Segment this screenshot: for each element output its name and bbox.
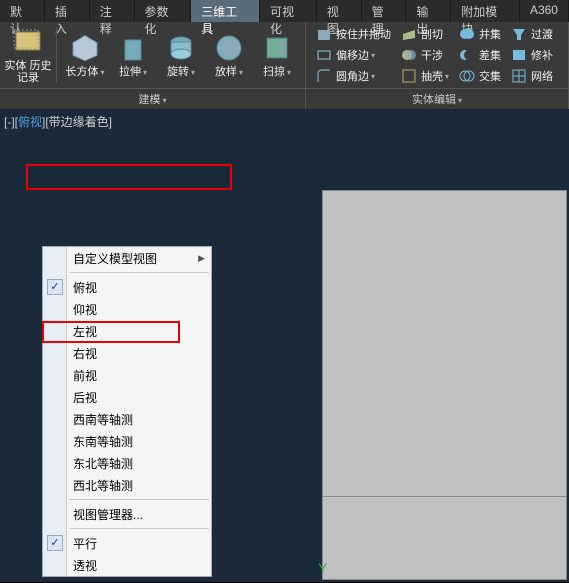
- ribbon-panel-solid-edit: 按住并拖动 偏移边 圆角边 剖切 干涉 抽壳 并集 差集 交集 过渡 修补 网络…: [306, 22, 569, 109]
- menu-view-manager[interactable]: 视图管理器...: [43, 503, 211, 525]
- patch-icon: [511, 47, 527, 63]
- tab-parametric[interactable]: 参数化: [135, 0, 192, 22]
- offset-edge-icon: [316, 47, 332, 63]
- viewport-viewname: 俯视: [18, 115, 42, 129]
- menu-view-sw-iso[interactable]: 西南等轴测: [43, 408, 211, 430]
- menu-perspective[interactable]: 透视: [43, 554, 211, 576]
- menu-view-bottom[interactable]: 仰视: [43, 298, 211, 320]
- solid-history-icon: [12, 26, 44, 58]
- union-icon: [459, 26, 475, 42]
- viewport[interactable]: [-][俯视][带边缘着色] Y 自定义模型视图 ✓俯视 仰视 左视 右视 前视…: [0, 110, 569, 582]
- ribbon-tabbar: 默认 插入 注释 参数化 三维工具 可视化 视图 管理 输出 附加模块 A360: [0, 0, 569, 22]
- menu-view-top[interactable]: ✓俯视: [43, 276, 211, 298]
- intersect-button[interactable]: 交集: [455, 66, 505, 86]
- viewport-label[interactable]: [-][俯视][带边缘着色]: [4, 113, 112, 130]
- box-icon: [69, 32, 101, 64]
- tab-annotate[interactable]: 注释: [90, 0, 135, 22]
- ribbon-panel-modeling: 实体 历史记录 长方体 拉伸 旋转 放样 扫掠 建模: [0, 22, 306, 109]
- menu-view-nw-iso[interactable]: 西北等轴测: [43, 474, 211, 496]
- subtract-button[interactable]: 差集: [455, 45, 505, 65]
- mesh-icon: [511, 68, 527, 84]
- revolve-icon: [165, 32, 197, 64]
- tab-addon[interactable]: 附加模块: [451, 0, 520, 22]
- mesh-button[interactable]: 网络: [507, 66, 557, 86]
- solid-history-label: 实体 历史记录: [4, 60, 52, 84]
- filter-button[interactable]: 过渡: [507, 24, 557, 44]
- extrude-label: 拉伸: [119, 66, 147, 79]
- slice-icon: [401, 26, 417, 42]
- loft-label: 放样: [215, 66, 243, 79]
- panel-solidedit-title[interactable]: 实体编辑: [306, 88, 568, 109]
- tab-output[interactable]: 输出: [406, 0, 451, 22]
- menu-view-front[interactable]: 前视: [43, 364, 211, 386]
- presspull-icon: [316, 26, 332, 42]
- ribbon: 实体 历史记录 长方体 拉伸 旋转 放样 扫掠 建模 按住并拖动 偏移边 圆角边…: [0, 22, 569, 110]
- solid-history-button[interactable]: 实体 历史记录: [4, 24, 52, 86]
- shell-icon: [401, 68, 417, 84]
- patch-button[interactable]: 修补: [507, 45, 557, 65]
- presspull-button[interactable]: 按住并拖动: [312, 24, 395, 44]
- box-label: 长方体: [65, 66, 104, 79]
- box-button[interactable]: 长方体: [61, 24, 109, 86]
- fillet-edge-icon: [316, 68, 332, 84]
- tab-default[interactable]: 默认: [0, 0, 45, 22]
- union-button[interactable]: 并集: [455, 24, 505, 44]
- tab-manage[interactable]: 管理: [362, 0, 407, 22]
- extrude-button[interactable]: 拉伸: [109, 24, 157, 86]
- menu-view-ne-iso[interactable]: 东北等轴测: [43, 452, 211, 474]
- slice-button[interactable]: 剖切: [397, 24, 453, 44]
- shell-button[interactable]: 抽壳: [397, 66, 453, 86]
- tab-visualize[interactable]: 可视化: [260, 0, 317, 22]
- tab-a360[interactable]: A360: [520, 0, 569, 22]
- menu-view-right[interactable]: 右视: [43, 342, 211, 364]
- revolve-button[interactable]: 旋转: [157, 24, 205, 86]
- panel-modeling-title[interactable]: 建模: [0, 88, 305, 109]
- model-face: [322, 190, 567, 580]
- check-icon: ✓: [47, 535, 63, 551]
- menu-custom-view[interactable]: 自定义模型视图: [43, 247, 211, 269]
- sweep-icon: [261, 32, 293, 64]
- tab-insert[interactable]: 插入: [45, 0, 90, 22]
- sweep-button[interactable]: 扫掠: [253, 24, 301, 86]
- loft-button[interactable]: 放样: [205, 24, 253, 86]
- menu-view-left[interactable]: 左视: [43, 320, 211, 342]
- sweep-label: 扫掠: [263, 66, 291, 79]
- check-icon: ✓: [47, 279, 63, 295]
- tab-view[interactable]: 视图: [317, 0, 362, 22]
- offset-edge-button[interactable]: 偏移边: [312, 45, 395, 65]
- menu-view-se-iso[interactable]: 东南等轴测: [43, 430, 211, 452]
- tab-3d-tools[interactable]: 三维工具: [191, 0, 260, 22]
- fillet-edge-button[interactable]: 圆角边: [312, 66, 395, 86]
- menu-view-back[interactable]: 后视: [43, 386, 211, 408]
- view-context-menu: 自定义模型视图 ✓俯视 仰视 左视 右视 前视 后视 西南等轴测 东南等轴测 东…: [42, 246, 212, 577]
- subtract-icon: [459, 47, 475, 63]
- interfere-button[interactable]: 干涉: [397, 45, 453, 65]
- revolve-label: 旋转: [167, 66, 195, 79]
- loft-icon: [213, 32, 245, 64]
- interfere-icon: [401, 47, 417, 63]
- intersect-icon: [459, 68, 475, 84]
- ucs-icon: Y: [318, 560, 327, 576]
- menu-parallel[interactable]: ✓平行: [43, 532, 211, 554]
- filter-icon: [511, 26, 527, 42]
- extrude-icon: [117, 32, 149, 64]
